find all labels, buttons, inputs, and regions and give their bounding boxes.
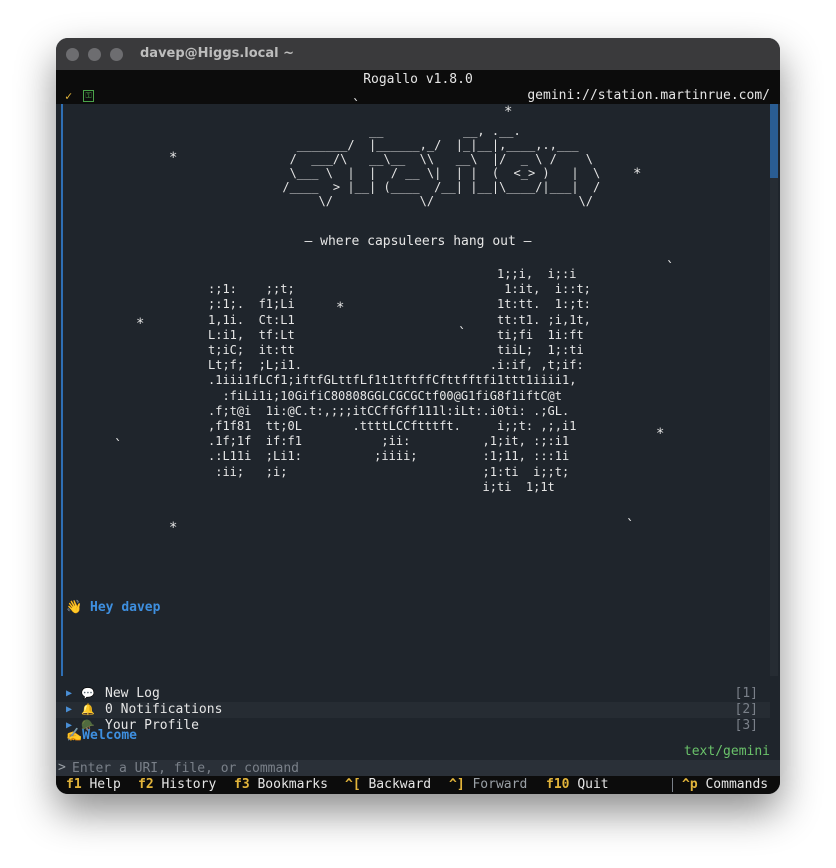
footer-divider [672, 778, 673, 792]
menu-item-new-log[interactable]: ▶ 💬 New Log [1] [56, 686, 770, 702]
command-input[interactable] [72, 760, 672, 776]
menu-item-your-profile[interactable]: ▶ 🪖 Your Profile [3] [56, 718, 770, 734]
window-titlebar: davep@Higgs.local ~ [56, 38, 780, 70]
history-key[interactable]: f2 History [138, 776, 216, 794]
prompt-symbol: > [58, 760, 66, 775]
forward-key[interactable]: ^] Forward [449, 776, 527, 794]
quit-key[interactable]: f10 Quit [546, 776, 609, 794]
star-decoration: * [633, 166, 642, 182]
terminal-window: davep@Higgs.local ~ Rogallo v1.8.0 ✓ ⚿ g… [56, 38, 780, 794]
identity-lock-icon[interactable]: ⚿ [83, 90, 94, 102]
star-decoration: ` [114, 438, 123, 454]
zoom-window-button[interactable] [110, 48, 123, 61]
status-row: ✓ ⚿ gemini://station.martinrue.com/ [56, 88, 780, 104]
star-decoration: * [169, 520, 178, 536]
bell-icon: 🔔 [81, 703, 95, 716]
star-decoration: ` [626, 518, 635, 534]
commands-key[interactable]: ^p Commands [682, 776, 768, 794]
menu-item-label: 0 Notifications [105, 702, 223, 717]
menu-item-label: New Log [105, 686, 160, 701]
welcome-heading: ✍️Welcome [66, 728, 137, 743]
checkmark-icon: ✓ [65, 89, 73, 103]
speech-bubble-icon: 💬 [81, 687, 95, 700]
tagline: — where capsuleers hang out — [304, 234, 532, 249]
menu-item-shortcut: [1] [734, 686, 758, 701]
station-logo-ascii: __ __, .__. _______/ |______,_/ |_|__|,_… [282, 124, 601, 208]
mime-bar: text/gemini [56, 744, 780, 760]
scrollbar-thumb[interactable] [770, 104, 778, 178]
minimize-window-button[interactable] [88, 48, 101, 61]
star-decoration: * [504, 104, 513, 120]
window-title: davep@Higgs.local ~ [140, 46, 295, 61]
mime-type: text/gemini [683, 744, 770, 759]
star-decoration: * [169, 150, 178, 166]
star-decoration: ` [352, 98, 361, 114]
current-url[interactable]: gemini://station.martinrue.com/ [527, 88, 770, 104]
triangle-right-icon: ▶ [66, 704, 73, 715]
greeting-heading: 👋 Hey davep [66, 600, 161, 615]
backward-key[interactable]: ^[ Backward [345, 776, 431, 794]
ships-ascii: 1;;i, i;:i :;1: ;;t; 1:it, i::t; ;:1;. f… [208, 267, 591, 494]
star-decoration: * [136, 316, 145, 332]
content-focus-bar [61, 104, 63, 676]
key-footer: f1 Help f2 History f3 Bookmarks ^[ Backw… [56, 776, 780, 794]
close-window-button[interactable] [66, 48, 79, 61]
triangle-right-icon: ▶ [66, 688, 73, 699]
scrollbar-track[interactable] [770, 104, 778, 676]
menu-item-shortcut: [3] [734, 718, 758, 733]
bookmarks-key[interactable]: f3 Bookmarks [234, 776, 328, 794]
star-decoration: ` [666, 260, 675, 276]
page-content: ` * * * ` * * ` * ` * ` __ __, .__. ____… [56, 98, 780, 744]
menu-item-notifications[interactable]: ▶ 🔔 0 Notifications [2] [56, 702, 770, 718]
app-title: Rogallo v1.8.0 [56, 70, 780, 90]
star-decoration: * [656, 426, 665, 442]
help-key[interactable]: f1 Help [66, 776, 121, 794]
menu-item-shortcut: [2] [734, 702, 758, 717]
command-bar: > [56, 760, 780, 776]
